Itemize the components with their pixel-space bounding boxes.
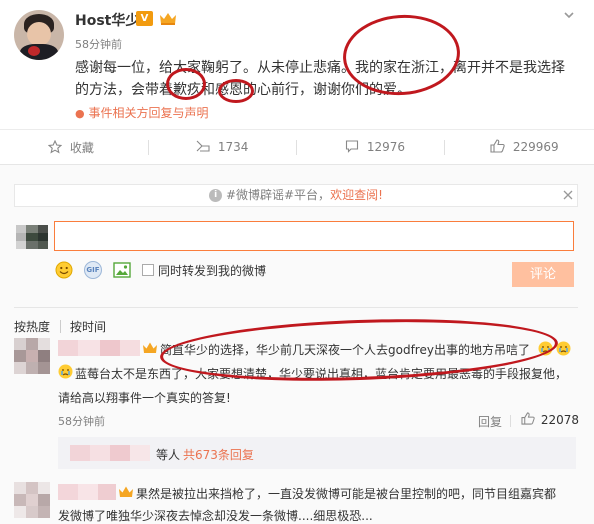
rumor-link[interactable]: 欢迎查阅! xyxy=(330,188,383,202)
comment-text-line2: 蓝莓台太不是东西了，大家要想清楚，华少要说出真相，蓝台肯定要用最恶毒的手段报复他… xyxy=(75,367,568,381)
vip-crown-icon xyxy=(158,11,178,26)
comment-text-line2: 发微博了唯独华少深夜去悼念却没发一条微博....细思极恐... xyxy=(58,509,373,523)
vip-crown-icon xyxy=(142,341,158,355)
verified-badge-icon: V xyxy=(136,11,153,26)
post-text-line1: 感谢每一位，给大家鞠躬了。从未停止悲痛。我的家在浙江，离开并不是我选择 xyxy=(75,60,565,76)
sort-divider xyxy=(60,320,61,333)
composer-bottom-border xyxy=(14,307,578,308)
repost-button[interactable]: 1734 xyxy=(196,139,248,156)
comment-avatar[interactable] xyxy=(14,482,50,518)
comment-count: 12976 xyxy=(366,140,406,154)
thumbs-up-icon xyxy=(521,412,535,428)
divider-2 xyxy=(296,140,297,155)
repost-count: 1734 xyxy=(217,140,249,154)
action-bar-top-border xyxy=(0,129,594,130)
divider-1 xyxy=(148,140,149,155)
my-avatar xyxy=(16,225,48,249)
post-text-line2: 的方法，会带着歉疚和感恩的心前行，谢谢你们的爱。 xyxy=(75,82,411,98)
repost-icon xyxy=(196,139,210,156)
comment-username-obscured[interactable] xyxy=(58,484,116,500)
like-count: 229969 xyxy=(512,140,559,154)
comment-like-count: 22078 xyxy=(540,412,580,427)
emoji-icon[interactable] xyxy=(55,261,73,279)
divider-3 xyxy=(444,140,445,155)
repost-checkbox-label[interactable]: 同时转发到我的微博 xyxy=(158,262,266,279)
comment-icon xyxy=(345,139,359,156)
comment-like-button[interactable]: 22078 xyxy=(521,412,579,428)
comment-text-line1: 简直华少的选择，华少前几天深夜一个人去godfrey出事的地方吊唁了 xyxy=(160,343,530,357)
rumor-bar: i #微博辟谣#平台，欢迎查阅! xyxy=(14,184,578,207)
repost-checkbox[interactable] xyxy=(142,264,154,276)
sub-reply-link[interactable]: 共673条回复 xyxy=(183,446,254,463)
related-link-icon: ● xyxy=(75,107,85,120)
post-time[interactable]: 58分钟前 xyxy=(75,36,122,52)
avatar[interactable] xyxy=(14,10,64,60)
image-icon[interactable] xyxy=(113,261,131,279)
related-link[interactable]: ● 事件相关方回复与声明 xyxy=(75,104,208,121)
like-button[interactable]: 229969 xyxy=(490,139,559,156)
sub-reply-avatar-obscured xyxy=(70,445,150,461)
vip-crown-icon xyxy=(118,485,134,499)
comment-text-line1: 果然是被拉出来挡枪了，一直没发微博可能是被台里控制的吧，同节目组嘉宾都 xyxy=(136,487,557,501)
comment-text-line3: 请给高以翔事件一个真实的答复! xyxy=(58,391,231,405)
crying-emoji-icon xyxy=(58,364,73,379)
comment-username-obscured[interactable] xyxy=(58,340,140,356)
related-link-label: 事件相关方回复与声明 xyxy=(88,106,209,120)
comment-avatar[interactable] xyxy=(14,338,50,374)
rumor-close-icon[interactable] xyxy=(562,189,574,201)
favorite-button[interactable]: 收藏 xyxy=(47,139,94,157)
info-icon: i xyxy=(209,189,223,202)
star-icon xyxy=(47,139,63,157)
comment-divider xyxy=(510,415,511,427)
favorite-label: 收藏 xyxy=(69,141,94,155)
submit-comment-button[interactable]: 评论 xyxy=(512,262,574,287)
post-menu-icon[interactable] xyxy=(562,8,576,22)
gif-icon[interactable]: GIF xyxy=(84,261,102,279)
comment-time: 58分钟前 xyxy=(58,415,105,428)
sub-reply-prefix: 等人 xyxy=(156,448,181,462)
thumbs-up-icon xyxy=(490,139,505,156)
rumor-tag[interactable]: #微博辟谣#平台， xyxy=(226,188,330,202)
crying-emoji-icon xyxy=(556,341,571,356)
username[interactable]: Host华少 xyxy=(75,10,139,30)
comment-input[interactable] xyxy=(54,221,574,251)
comment-reply-button[interactable]: 回复 xyxy=(478,413,502,430)
sort-by-time-tab[interactable]: 按时间 xyxy=(70,318,106,335)
crying-emoji-icon xyxy=(538,341,553,356)
sort-by-heat-tab[interactable]: 按热度 xyxy=(14,318,50,335)
comment-button[interactable]: 12976 xyxy=(345,139,405,156)
